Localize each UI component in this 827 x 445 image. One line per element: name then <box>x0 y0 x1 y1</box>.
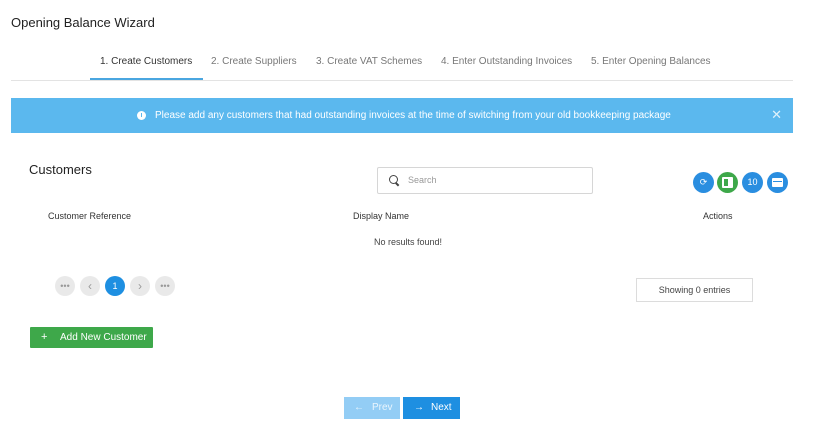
info-banner: Please add any customers that had outsta… <box>11 98 793 133</box>
tab-enter-opening-balances[interactable]: 5. Enter Opening Balances <box>591 56 711 78</box>
refresh-button[interactable]: ⟳ <box>693 172 714 193</box>
search-box <box>377 167 593 194</box>
pagination-next[interactable]: › <box>130 276 150 296</box>
refresh-icon: ⟳ <box>699 177 708 187</box>
columns-button[interactable] <box>767 172 788 193</box>
plus-icon: + <box>41 331 48 343</box>
prev-button[interactable]: ← Prev <box>344 397 400 419</box>
next-label: Next <box>431 402 452 413</box>
empty-table-message: No results found! <box>374 237 443 247</box>
info-icon <box>137 111 146 120</box>
columns-icon <box>772 178 783 187</box>
excel-icon <box>722 177 733 188</box>
wizard-tabs: 1. Create Customers 2. Create Suppliers … <box>11 56 793 81</box>
arrow-right-icon: → <box>414 402 424 413</box>
prev-label: Prev <box>372 402 393 413</box>
pagination-page-1[interactable]: 1 <box>105 276 125 296</box>
column-header-display-name[interactable]: Display Name <box>353 211 409 221</box>
tab-create-customers[interactable]: 1. Create Customers <box>89 56 204 80</box>
banner-message: Please add any customers that had outsta… <box>155 110 671 121</box>
next-button[interactable]: → Next <box>403 397 460 419</box>
pagination-prev[interactable]: ‹ <box>80 276 100 296</box>
arrow-left-icon: ← <box>354 402 364 413</box>
tab-create-suppliers[interactable]: 2. Create Suppliers <box>211 56 297 78</box>
page-title: Opening Balance Wizard <box>11 15 155 30</box>
export-excel-button[interactable] <box>717 172 738 193</box>
pagination-last[interactable]: ••• <box>155 276 175 296</box>
tab-create-vat-schemes[interactable]: 3. Create VAT Schemes <box>316 56 422 78</box>
add-new-customer-button[interactable]: + Add New Customer <box>30 327 153 348</box>
search-input[interactable] <box>408 172 583 188</box>
page-size-button[interactable]: 10 <box>742 172 763 193</box>
customers-title: Customers <box>29 162 92 177</box>
tab-enter-outstanding-invoices[interactable]: 4. Enter Outstanding Invoices <box>441 56 572 78</box>
column-header-customer-reference[interactable]: Customer Reference <box>48 211 131 221</box>
close-icon[interactable]: ✕ <box>771 107 782 123</box>
column-header-actions: Actions <box>703 211 733 221</box>
search-icon <box>389 175 398 184</box>
add-new-customer-label: Add New Customer <box>60 332 147 343</box>
showing-entries: Showing 0 entries <box>636 278 753 302</box>
pagination-first[interactable]: ••• <box>55 276 75 296</box>
